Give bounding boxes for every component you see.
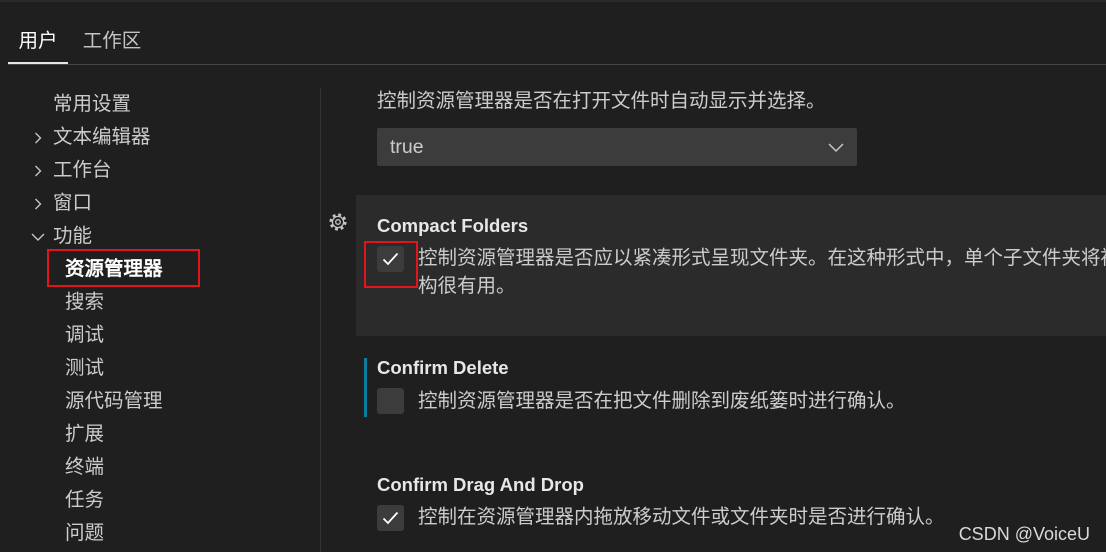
toc-item-search[interactable]: 搜索 bbox=[0, 286, 320, 319]
modified-indicator bbox=[364, 358, 367, 417]
settings-toc: 常用设置 文本编辑器 工作台 窗口 功能 资源管理器 搜索 调试 测试 源代码管… bbox=[0, 88, 320, 550]
toc-item-scm[interactable]: 源代码管理 bbox=[0, 385, 320, 418]
toc-item-problems[interactable]: 问题 bbox=[0, 517, 320, 550]
select-value: true bbox=[390, 136, 424, 158]
toc-item-label: 测试 bbox=[65, 357, 105, 379]
confirm-delete-checkbox[interactable] bbox=[377, 388, 404, 414]
chevron-down-icon bbox=[31, 233, 45, 241]
toc-item-label: 搜索 bbox=[65, 291, 105, 313]
tab-user[interactable]: 用户 bbox=[8, 20, 68, 62]
tabs-divider bbox=[8, 64, 1106, 65]
chevron-right-icon bbox=[35, 198, 42, 209]
compact-folders-description-line: 控制资源管理器是否应以紧凑形式呈现文件夹。在这种形式中，单个子文件夹将被 bbox=[418, 247, 1106, 269]
toc-item-label: 扩展 bbox=[65, 423, 105, 445]
auto-reveal-select[interactable]: true bbox=[377, 128, 857, 166]
toc-item-debug[interactable]: 调试 bbox=[0, 319, 320, 352]
toc-item-label: 终端 bbox=[65, 456, 105, 478]
toc-item-workbench[interactable]: 工作台 bbox=[0, 154, 320, 187]
toc-item-label: 调试 bbox=[65, 324, 105, 346]
toc-item-extensions[interactable]: 扩展 bbox=[0, 418, 320, 451]
red-highlight-box bbox=[47, 249, 200, 287]
toc-item-label: 常用设置 bbox=[53, 93, 132, 115]
confirm-drag-and-drop-title: Confirm Drag And Drop bbox=[377, 474, 584, 495]
toc-item-label: 任务 bbox=[65, 489, 105, 511]
toc-item-label: 文本编辑器 bbox=[53, 126, 151, 148]
toc-item-commonly-used[interactable]: 常用设置 bbox=[0, 88, 320, 121]
toc-item-label: 问题 bbox=[65, 522, 105, 544]
chevron-down-icon bbox=[828, 143, 844, 153]
toc-sash[interactable] bbox=[320, 88, 321, 552]
toc-item-terminal[interactable]: 终端 bbox=[0, 451, 320, 484]
toc-item-window[interactable]: 窗口 bbox=[0, 187, 320, 220]
confirm-delete-title: Confirm Delete bbox=[377, 357, 509, 378]
gear-icon[interactable] bbox=[328, 212, 348, 232]
tab-workspace[interactable]: 工作区 bbox=[72, 20, 152, 62]
red-highlight-box bbox=[364, 241, 418, 288]
auto-reveal-description: 控制资源管理器是否在打开文件时自动显示并选择。 bbox=[377, 90, 826, 112]
tab-workspace-label: 工作区 bbox=[82, 30, 142, 52]
toc-item-label: 源代码管理 bbox=[65, 390, 163, 412]
compact-folders-description-line: 构很有用。 bbox=[418, 275, 516, 297]
chevron-right-icon bbox=[35, 132, 42, 143]
toc-item-text-editor[interactable]: 文本编辑器 bbox=[0, 121, 320, 154]
editor-top-border bbox=[0, 0, 1106, 2]
confirm-drag-and-drop-checkbox[interactable] bbox=[377, 505, 404, 531]
confirm-drag-and-drop-description: 控制在资源管理器内拖放移动文件或文件夹时是否进行确认。 bbox=[418, 506, 945, 528]
confirm-delete-description: 控制资源管理器是否在把文件删除到废纸篓时进行确认。 bbox=[418, 390, 906, 412]
watermark: CSDN @VoiceU bbox=[958, 524, 1090, 544]
check-icon bbox=[382, 511, 399, 525]
toc-item-label: 窗口 bbox=[53, 192, 93, 214]
chevron-right-icon bbox=[35, 165, 42, 176]
settings-editor: 用户 工作区 常用设置 文本编辑器 工作台 窗口 功能 资源管理器 搜索 调试 … bbox=[0, 0, 1106, 552]
toc-item-testing[interactable]: 测试 bbox=[0, 352, 320, 385]
toc-item-tasks[interactable]: 任务 bbox=[0, 484, 320, 517]
toc-item-label: 工作台 bbox=[53, 159, 112, 181]
compact-folders-title: Compact Folders bbox=[377, 215, 529, 236]
tab-user-label: 用户 bbox=[18, 30, 58, 52]
